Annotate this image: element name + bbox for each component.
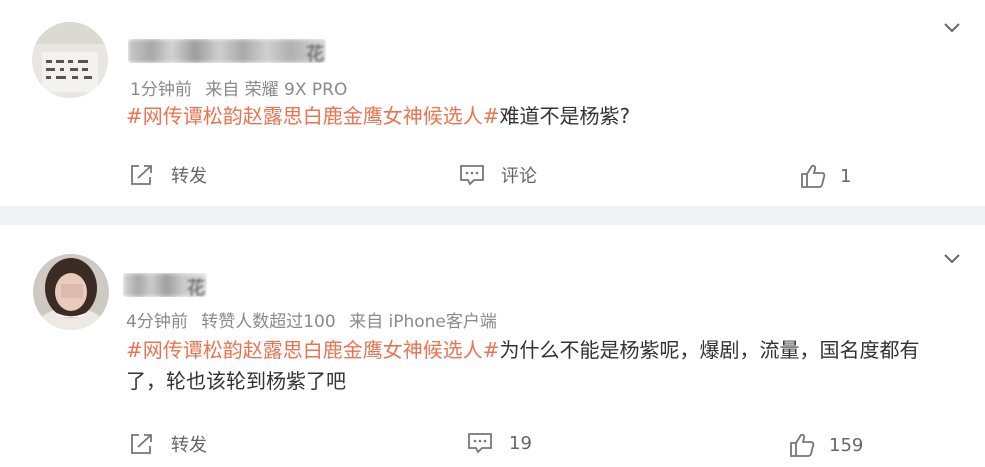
comment-content: #网传谭松韵赵露思白鹿金鹰女神候选人#难道不是杨紫?	[126, 101, 630, 132]
comment-count: 19	[509, 432, 532, 454]
topic-link[interactable]: #网传谭松韵赵露思白鹿金鹰女神候选人#	[126, 338, 500, 362]
chevron-down-icon[interactable]	[943, 18, 961, 36]
comment-time: 1分钟前	[130, 80, 192, 100]
comment-label: 评论	[501, 166, 537, 187]
thumbs-up-icon	[801, 164, 826, 188]
username-text: 花	[306, 44, 324, 63]
like-count: 1	[840, 165, 852, 187]
avatar[interactable]	[33, 254, 109, 330]
username-text: 花	[187, 278, 205, 297]
comment-card: 花 1分钟前 来自 荣耀 9X PRO #网传谭松韵赵露思白鹿金鹰女神候选人#难…	[0, 0, 985, 206]
comment-meta: 1分钟前 来自 荣耀 9X PRO	[130, 75, 355, 100]
comment-text: 难道不是杨紫?	[499, 104, 631, 128]
avatar[interactable]	[32, 22, 108, 98]
repost-button[interactable]: 转发	[129, 431, 207, 457]
comment-source: 来自 荣耀 9X PRO	[205, 80, 348, 100]
comment-extra: 转赞人数超过100	[201, 312, 336, 332]
comment-icon	[468, 433, 492, 454]
username[interactable]: 花	[128, 39, 326, 63]
repost-label: 转发	[171, 166, 207, 187]
chevron-down-icon[interactable]	[943, 249, 961, 267]
comment-content: #网传谭松韵赵露思白鹿金鹰女神候选人#为什么不能是杨紫呢，爆剧，流量，国名度都有…	[126, 335, 956, 397]
thumbs-up-icon	[790, 433, 815, 457]
comment-button[interactable]: 评论	[459, 162, 537, 188]
comment-meta: 4分钟前 转赞人数超过100 来自 iPhone客户端	[126, 307, 505, 332]
like-count: 159	[829, 434, 864, 456]
comment-source: 来自 iPhone客户端	[349, 312, 497, 332]
share-icon	[131, 165, 152, 185]
comment-icon	[460, 165, 484, 186]
share-icon	[131, 434, 152, 454]
comment-time: 4分钟前	[126, 312, 188, 332]
comment-button[interactable]: 19	[467, 431, 532, 455]
comment-card: 花 4分钟前 转赞人数超过100 来自 iPhone客户端 #网传谭松韵赵露思白…	[0, 225, 985, 467]
topic-link[interactable]: #网传谭松韵赵露思白鹿金鹰女神候选人#	[126, 104, 500, 128]
like-button[interactable]: 159	[789, 432, 863, 458]
repost-label: 转发	[171, 435, 207, 456]
repost-button[interactable]: 转发	[129, 162, 207, 188]
username[interactable]: 花	[123, 273, 207, 297]
like-button[interactable]: 1	[800, 163, 851, 189]
